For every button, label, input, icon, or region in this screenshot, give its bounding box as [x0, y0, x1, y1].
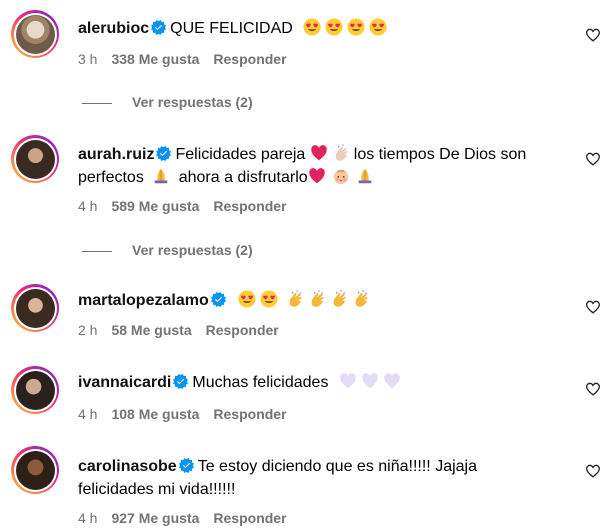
- reply-button[interactable]: Responder: [213, 406, 286, 422]
- baby-emoji-icon: [332, 167, 350, 185]
- white-heart-emoji-icon: [339, 372, 357, 390]
- like-heart-icon[interactable]: [585, 299, 601, 315]
- like-heart-icon[interactable]: [585, 463, 601, 479]
- likes-count[interactable]: 338 Me gusta: [111, 51, 199, 67]
- white-heart-emoji-icon: [361, 372, 379, 390]
- verified-badge-icon: [211, 292, 226, 307]
- folded-hands-emoji-icon: [356, 167, 374, 185]
- white-heart-emoji-icon: [383, 372, 401, 390]
- avatar[interactable]: [11, 284, 59, 332]
- clapping-hands-emoji-icon: [332, 144, 350, 162]
- reply-button[interactable]: Responder: [206, 322, 279, 338]
- clapping-hands-emoji-icon: [308, 290, 326, 308]
- red-heart-emoji-icon: [310, 144, 328, 162]
- heart-eyes-emoji-icon: [303, 18, 321, 36]
- view-replies-button[interactable]: Ver respuestas (2): [82, 94, 253, 110]
- avatar[interactable]: [11, 135, 59, 183]
- verified-badge-icon: [156, 146, 171, 161]
- comment-text: QUE FELICIDAD: [170, 20, 293, 37]
- folded-hands-emoji-icon: [152, 167, 170, 185]
- comment-text: Muchas felicidades: [192, 374, 329, 391]
- comment-text: Te estoy diciendo que es niña!!!!! Jajaj…: [197, 458, 477, 475]
- clapping-hands-emoji-icon: [286, 290, 304, 308]
- reply-button[interactable]: Responder: [213, 198, 286, 214]
- avatar[interactable]: [11, 366, 59, 414]
- clapping-hands-emoji-icon: [330, 290, 348, 308]
- username[interactable]: alerubioc: [78, 20, 149, 37]
- heart-eyes-emoji-icon: [260, 290, 278, 308]
- likes-count[interactable]: 58 Me gusta: [111, 322, 191, 338]
- timestamp: 4 h: [78, 406, 98, 422]
- username[interactable]: aurah.ruiz: [78, 146, 154, 163]
- clapping-hands-emoji-icon: [352, 290, 370, 308]
- heart-eyes-emoji-icon: [347, 18, 365, 36]
- verified-badge-icon: [179, 458, 194, 473]
- verified-badge-icon: [151, 20, 166, 35]
- divider: [82, 102, 112, 104]
- likes-count[interactable]: 589 Me gusta: [111, 198, 199, 214]
- reply-button[interactable]: Responder: [213, 51, 286, 67]
- reply-button[interactable]: Responder: [213, 510, 286, 526]
- avatar[interactable]: [11, 446, 59, 494]
- comment-text: felicidades mi vida!!!!!!: [78, 481, 236, 498]
- timestamp: 3 h: [78, 51, 98, 67]
- heart-eyes-emoji-icon: [369, 18, 387, 36]
- username[interactable]: martalopezalamo: [78, 292, 209, 309]
- heart-eyes-emoji-icon: [325, 18, 343, 36]
- view-replies-label: Ver respuestas (2): [132, 94, 253, 110]
- comment-text: Felicidades pareja: [175, 146, 306, 163]
- red-heart-emoji-icon: [308, 167, 326, 185]
- like-heart-icon[interactable]: [585, 151, 601, 167]
- view-replies-label: Ver respuestas (2): [132, 242, 253, 258]
- timestamp: 4 h: [78, 510, 98, 526]
- username[interactable]: carolinasobe: [78, 458, 177, 475]
- heart-eyes-emoji-icon: [238, 290, 256, 308]
- timestamp: 2 h: [78, 322, 98, 338]
- comment-text: ahora a disfrutarlo: [178, 169, 308, 186]
- verified-badge-icon: [173, 374, 188, 389]
- username[interactable]: ivannaicardi: [78, 374, 171, 391]
- likes-count[interactable]: 927 Me gusta: [111, 510, 199, 526]
- like-heart-icon[interactable]: [585, 27, 601, 43]
- divider: [82, 250, 112, 252]
- avatar[interactable]: [11, 10, 59, 58]
- view-replies-button[interactable]: Ver respuestas (2): [82, 242, 253, 258]
- likes-count[interactable]: 108 Me gusta: [111, 406, 199, 422]
- like-heart-icon[interactable]: [585, 381, 601, 397]
- timestamp: 4 h: [78, 198, 98, 214]
